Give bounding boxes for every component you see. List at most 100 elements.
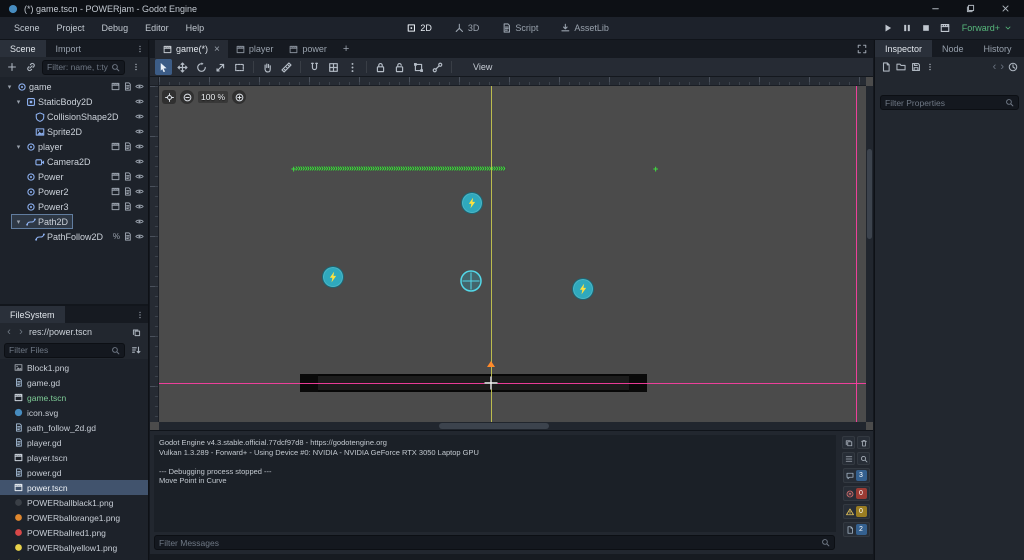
history-back-button[interactable]: ‹ bbox=[5, 327, 13, 338]
zoom-in-button[interactable] bbox=[232, 90, 247, 104]
file-power-gd[interactable]: power.gd bbox=[0, 465, 148, 480]
filesystem-tab[interactable]: FileSystem bbox=[0, 306, 65, 323]
maximize-icon[interactable] bbox=[966, 4, 975, 13]
toggle-split-mode-button[interactable] bbox=[130, 325, 143, 340]
focus-selection-button[interactable] bbox=[162, 90, 176, 104]
new-scene-tab-button[interactable]: + bbox=[335, 40, 357, 58]
workspace-assetlib[interactable]: AssetLib bbox=[552, 20, 617, 36]
tool-move-button[interactable] bbox=[174, 59, 191, 75]
tree-node-sprite2d[interactable]: Sprite2D bbox=[0, 124, 148, 139]
menu-help[interactable]: Help bbox=[178, 20, 213, 36]
visibility-eye-button[interactable] bbox=[135, 82, 144, 91]
unique-name-icon[interactable]: % bbox=[113, 232, 120, 241]
viewport-canvas[interactable]: 100 % ››››››››››››››››››››››››››››››››››… bbox=[150, 77, 873, 430]
file-powerballblack1-png[interactable]: POWERballblack1.png bbox=[0, 495, 148, 510]
renderer-dropdown[interactable]: Forward+ bbox=[962, 23, 1012, 33]
canvas-horizontal-scrollbar[interactable] bbox=[159, 422, 866, 430]
property-filter-input[interactable] bbox=[885, 97, 1002, 108]
history-forward-button[interactable]: › bbox=[17, 327, 25, 338]
tool-ruler-button[interactable] bbox=[278, 59, 295, 75]
tree-node-path2d[interactable]: ▾ Path2D bbox=[0, 214, 148, 229]
toggle-editor-messages-button[interactable]: 2 bbox=[842, 522, 870, 537]
curve-point-handle[interactable] bbox=[487, 361, 495, 367]
scene-tree-menu-icon[interactable] bbox=[128, 60, 144, 75]
visibility-eye-button[interactable] bbox=[135, 142, 144, 151]
tool-rotate-button[interactable] bbox=[193, 59, 210, 75]
menu-project[interactable]: Project bbox=[49, 20, 93, 36]
file-powerballorange1-png[interactable]: POWERballorange1.png bbox=[0, 510, 148, 525]
workspace-script[interactable]: Script bbox=[493, 20, 546, 36]
menu-scene[interactable]: Scene bbox=[6, 20, 48, 36]
movie-button[interactable] bbox=[111, 82, 120, 91]
script-button[interactable] bbox=[123, 202, 132, 211]
tree-node-camera2d[interactable]: Camera2D bbox=[0, 154, 148, 169]
scene-tab-player[interactable]: player bbox=[228, 40, 282, 58]
dock-tab-scene[interactable]: Scene bbox=[0, 40, 46, 57]
visibility-eye-button[interactable] bbox=[135, 157, 144, 166]
output-filter-input[interactable] bbox=[159, 537, 818, 548]
tool-bone-button[interactable] bbox=[429, 59, 446, 75]
visibility-eye-button[interactable] bbox=[135, 217, 144, 226]
view-menu-button[interactable]: View bbox=[465, 60, 500, 74]
horizontal-guide[interactable] bbox=[159, 383, 866, 384]
copy-output-button[interactable] bbox=[842, 436, 855, 449]
tree-node-player[interactable]: ▾ player bbox=[0, 139, 148, 154]
minimize-icon[interactable] bbox=[931, 4, 940, 13]
visibility-eye-button[interactable] bbox=[135, 187, 144, 196]
script-button[interactable] bbox=[123, 232, 132, 241]
add-node-button[interactable] bbox=[4, 60, 20, 75]
power-sprite[interactable] bbox=[322, 266, 344, 288]
power-sprite[interactable] bbox=[572, 278, 594, 300]
instantiate-scene-button[interactable] bbox=[23, 60, 39, 75]
collapse-arrow-icon[interactable]: ▾ bbox=[14, 143, 23, 151]
tool-group-button[interactable] bbox=[410, 59, 427, 75]
filesystem-dock-menu-icon[interactable] bbox=[132, 306, 148, 323]
file-powerballred1-png[interactable]: POWERballred1.png bbox=[0, 525, 148, 540]
collapse-arrow-icon[interactable]: ▾ bbox=[14, 218, 23, 226]
zoom-out-button[interactable] bbox=[180, 90, 194, 104]
tree-node-collisionshape2d[interactable]: CollisionShape2D bbox=[0, 109, 148, 124]
file-power-tscn[interactable]: power.tscn bbox=[0, 480, 148, 495]
movie-button[interactable] bbox=[111, 172, 120, 181]
ruler-vertical[interactable] bbox=[150, 86, 159, 422]
ruler-horizontal[interactable] bbox=[159, 77, 866, 86]
tool-pan-button[interactable] bbox=[259, 59, 276, 75]
menu-editor[interactable]: Editor bbox=[137, 20, 177, 36]
close-tab-icon[interactable]: × bbox=[214, 44, 220, 55]
movie-button[interactable] bbox=[111, 202, 120, 211]
script-button[interactable] bbox=[123, 142, 132, 151]
menu-debug[interactable]: Debug bbox=[94, 20, 137, 36]
path-point-end[interactable]: + bbox=[653, 164, 658, 174]
close-icon[interactable] bbox=[1001, 4, 1010, 13]
edit-prev-button[interactable]: ‹ bbox=[993, 62, 997, 73]
tool-lock-button[interactable] bbox=[372, 59, 389, 75]
inspector-tab-history[interactable]: History bbox=[974, 40, 1022, 57]
power-sprite[interactable] bbox=[461, 192, 483, 214]
canvas-vertical-scrollbar[interactable] bbox=[866, 86, 873, 422]
collapse-duplicates-button[interactable] bbox=[842, 452, 855, 465]
tool-rectsel-button[interactable] bbox=[231, 59, 248, 75]
tree-node-power2[interactable]: Power2 bbox=[0, 184, 148, 199]
movie-button[interactable] bbox=[111, 187, 120, 196]
script-button[interactable] bbox=[123, 172, 132, 181]
movie-button[interactable] bbox=[940, 23, 950, 33]
tool-magnet-button[interactable] bbox=[306, 59, 323, 75]
file-game-gd[interactable]: game.gd bbox=[0, 375, 148, 390]
scene-dock-menu-icon[interactable] bbox=[132, 40, 148, 57]
stop-button[interactable] bbox=[921, 23, 931, 33]
tree-node-power3[interactable]: Power3 bbox=[0, 199, 148, 214]
tool-unlock-button[interactable] bbox=[391, 59, 408, 75]
tree-node-power[interactable]: Power bbox=[0, 169, 148, 184]
load-resource-button[interactable] bbox=[896, 62, 906, 72]
output-log[interactable]: Godot Engine v4.3.stable.official.77dcf9… bbox=[154, 435, 836, 532]
edit-next-button[interactable]: › bbox=[1000, 62, 1004, 73]
file-block1-png[interactable]: Block1.png bbox=[0, 360, 148, 375]
collapse-arrow-icon[interactable]: ▾ bbox=[5, 83, 14, 91]
scene-filter-input[interactable] bbox=[47, 62, 108, 72]
scene-tab-game[interactable]: game(*) × bbox=[155, 40, 228, 58]
visibility-eye-button[interactable] bbox=[135, 127, 144, 136]
file-icon-svg[interactable]: icon.svg bbox=[0, 405, 148, 420]
visibility-eye-button[interactable] bbox=[135, 97, 144, 106]
history-button[interactable] bbox=[1008, 62, 1018, 72]
collapse-arrow-icon[interactable]: ▾ bbox=[14, 98, 23, 106]
